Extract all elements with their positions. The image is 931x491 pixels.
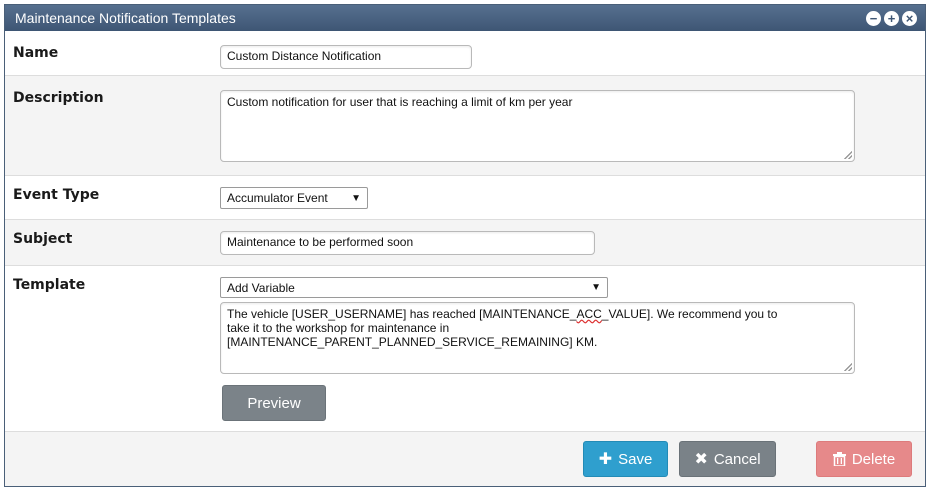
description-row: Description Custom notification for user… <box>5 76 925 176</box>
template-body-line-1: The vehicle [USER_USERNAME] has reached … <box>227 307 778 321</box>
template-label: Template <box>13 277 86 293</box>
template-body-textarea[interactable]: The vehicle [USER_USERNAME] has reached … <box>220 302 855 374</box>
window-controls: − + × <box>866 10 917 26</box>
preview-label: Preview <box>247 394 301 412</box>
maximize-icon[interactable]: + <box>884 10 899 26</box>
template-body-line-3: [MAINTENANCE_PARENT_PLANNED_SERVICE_REMA… <box>227 335 598 349</box>
cancel-button[interactable]: ✖ Cancel <box>679 441 776 477</box>
event-type-row: Event Type Accumulator Event ▼ <box>5 176 925 220</box>
footer-bar: ✚ Save ✖ Cancel Delete <box>5 432 925 486</box>
minimize-icon[interactable]: − <box>866 10 881 26</box>
event-type-value: Accumulator Event <box>227 191 328 205</box>
dropdown-arrow-icon: ▼ <box>591 282 601 293</box>
event-type-label: Event Type <box>13 187 100 203</box>
event-type-select[interactable]: Accumulator Event ▼ <box>220 187 368 209</box>
description-text: Custom notification for user that is rea… <box>227 95 573 109</box>
add-variable-select[interactable]: Add Variable ▼ <box>220 277 608 298</box>
dropdown-arrow-icon: ▼ <box>351 192 361 204</box>
add-variable-value: Add Variable <box>227 280 295 295</box>
subject-row: Subject Maintenance to be performed soon <box>5 220 925 266</box>
close-icon[interactable]: × <box>902 10 917 26</box>
x-icon: ✖ <box>694 451 708 468</box>
cancel-label: Cancel <box>713 450 761 468</box>
resize-grip-icon[interactable] <box>844 363 852 371</box>
maintenance-templates-window: Maintenance Notification Templates − + ×… <box>4 4 926 487</box>
description-textarea[interactable]: Custom notification for user that is rea… <box>220 90 855 162</box>
subject-input[interactable]: Maintenance to be performed soon <box>220 231 595 255</box>
name-row: Name Custom Distance Notification <box>5 31 925 76</box>
plus-icon: ✚ <box>598 451 613 468</box>
name-label: Name <box>13 45 59 61</box>
window-title: Maintenance Notification Templates <box>15 10 236 26</box>
window-titlebar: Maintenance Notification Templates − + × <box>5 5 925 31</box>
name-input[interactable]: Custom Distance Notification <box>220 45 472 69</box>
save-label: Save <box>618 450 653 468</box>
delete-button[interactable]: Delete <box>816 441 912 477</box>
save-button[interactable]: ✚ Save <box>583 441 668 477</box>
description-label: Description <box>13 90 104 106</box>
trash-icon <box>832 452 846 466</box>
resize-grip-icon[interactable] <box>844 151 852 159</box>
subject-label: Subject <box>13 231 73 247</box>
template-row: Template Add Variable ▼ The vehicle [USE… <box>5 266 925 432</box>
delete-label: Delete <box>851 450 896 468</box>
preview-button[interactable]: Preview <box>222 385 326 421</box>
template-body-line-2: take it to the workshop for maintenance … <box>227 321 450 335</box>
